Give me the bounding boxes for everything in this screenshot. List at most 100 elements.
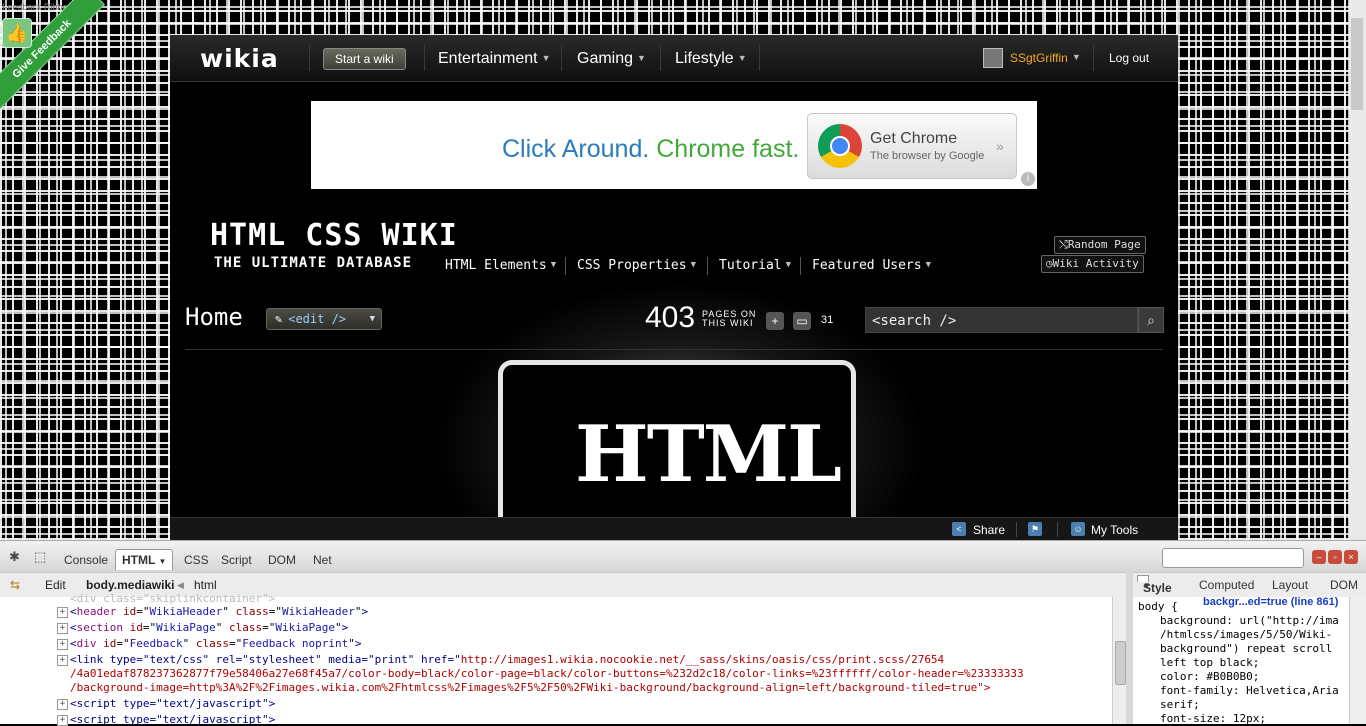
expand-node-icon[interactable]: + — [57, 715, 68, 726]
attr-value: Feedback noprint — [242, 637, 349, 650]
page-scrollbar[interactable] — [1349, 0, 1366, 540]
tab-layout[interactable]: Layout — [1272, 578, 1308, 592]
detach-icon[interactable]: ▫ — [1328, 550, 1342, 564]
scrollbar-thumb[interactable] — [1115, 641, 1126, 685]
attr-value: WikiaHeader — [281, 605, 355, 618]
logout-link[interactable]: Log out — [1109, 51, 1149, 65]
nav-tutorial[interactable]: Tutorial ▼ — [719, 258, 791, 273]
tree-line-section[interactable]: <section id="WikiaPage" class="WikiaPage… — [70, 621, 348, 634]
css-declaration-cont: background") repeat scroll — [1160, 642, 1333, 655]
my-tools-button[interactable]: My Tools — [1091, 523, 1138, 537]
css-declaration[interactable]: color: #B0B0B0; — [1160, 670, 1259, 683]
wiki-wordmark[interactable]: HTML CSS WIKI THE ULTIMATE DATABASE — [210, 218, 458, 271]
user-menu[interactable]: SSgtGriffin ▼ — [1010, 51, 1081, 65]
tree-line-feedback[interactable]: <div id="Feedback" class="Feedback nopri… — [70, 637, 361, 650]
tree-line-link[interactable]: <link type="text/css" rel="stylesheet" m… — [70, 653, 944, 666]
expand-node-icon[interactable]: + — [57, 639, 68, 650]
tab-computed[interactable]: Computed — [1199, 578, 1254, 592]
tab-css[interactable]: CSS — [184, 553, 209, 567]
tab-console[interactable]: Console — [64, 553, 108, 567]
chevron-down-icon: ▼ — [637, 53, 646, 63]
css-declaration-cont: /htmlcss/images/5/50/Wiki- — [1160, 628, 1333, 641]
share-button[interactable]: Share — [973, 523, 1005, 537]
tab-style[interactable]: Style ▼ — [1137, 575, 1172, 595]
comment-icon[interactable]: ▭ — [793, 312, 811, 330]
tab-dom[interactable]: DOM — [268, 553, 296, 567]
expand-icon[interactable]: ⇆ — [10, 578, 20, 592]
tree-line-header[interactable]: <header id="WikiaHeader" class="WikiaHea… — [70, 605, 368, 618]
nav-label: HTML Elements — [445, 258, 547, 273]
chrome-advertisement[interactable]: Click Around. Chrome fast. Get Chrome Th… — [311, 101, 1037, 189]
ad-info-icon[interactable]: i — [1021, 172, 1035, 186]
share-icon[interactable]: < — [952, 522, 966, 536]
side-panel-scrollbar[interactable] — [1349, 597, 1366, 724]
avatar[interactable] — [983, 48, 1003, 68]
header-divider — [185, 349, 1163, 350]
css-declaration[interactable]: font-size: 12px; — [1160, 712, 1266, 724]
firebug-icon[interactable]: ✱ — [9, 549, 25, 565]
firebug-tab-bar: ✱ ⬚ Console HTML ▼ CSS Script DOM Net – … — [0, 540, 1366, 573]
css-declaration-cont: serif; — [1160, 698, 1200, 711]
search-icon[interactable]: ⌕ — [1138, 307, 1164, 333]
attr-value: WikiaPage — [156, 621, 216, 634]
attr-name: class — [228, 621, 263, 634]
shuffle-icon: ⤭ — [1059, 238, 1068, 251]
nav-separator — [660, 45, 661, 71]
chevron-down-icon: ▼ — [1071, 52, 1081, 62]
nav-css-properties[interactable]: CSS Properties ▼ — [577, 258, 696, 273]
chevron-down-icon: ▼ — [158, 557, 167, 566]
css-declaration[interactable]: font-family: Helvetica,Aria — [1160, 684, 1339, 697]
add-page-icon[interactable]: + — [766, 312, 784, 330]
wiki-activity-button[interactable]: ◷Wiki Activity — [1041, 255, 1144, 273]
nav-html-elements[interactable]: HTML Elements ▼ — [445, 258, 556, 273]
flag-icon[interactable]: ⚑ — [1028, 522, 1042, 536]
hub-gaming[interactable]: Gaming ▼ — [577, 50, 646, 68]
chevron-down-icon: ▼ — [690, 260, 696, 270]
chevron-down-icon[interactable]: ▼ — [370, 309, 375, 329]
firebug-search-input[interactable] — [1162, 548, 1304, 568]
css-declaration[interactable]: background: url("http://ima — [1160, 614, 1339, 627]
expand-node-icon[interactable]: + — [57, 607, 68, 618]
tab-script[interactable]: Script — [221, 553, 252, 567]
wikia-logo[interactable]: wikia — [200, 44, 279, 73]
page-count: 403 — [645, 301, 696, 334]
expand-node-icon[interactable]: + — [57, 623, 68, 634]
user-tools-icon[interactable]: ☺ — [1071, 522, 1085, 536]
hub-lifestyle[interactable]: Lifestyle ▼ — [675, 50, 747, 68]
start-a-wiki-button[interactable]: Start a wiki — [323, 48, 406, 70]
attr-name: class — [195, 637, 229, 650]
wiki-title: HTML CSS WIKI — [210, 218, 458, 253]
tree-line-script[interactable]: <script type="text/javascript"> — [70, 713, 275, 726]
search-input[interactable]: <search /> — [865, 307, 1138, 333]
expand-node-icon[interactable]: + — [57, 655, 68, 666]
tab-html[interactable]: HTML ▼ — [115, 549, 174, 570]
css-source-link[interactable]: backgr...ed=true (line 861) — [1203, 597, 1338, 608]
html-tree-scrollbar[interactable] — [1112, 597, 1127, 724]
random-page-button[interactable]: ⤭Random Page — [1054, 236, 1146, 254]
tab-net[interactable]: Net — [313, 553, 332, 567]
chrome-icon — [818, 124, 862, 168]
breadcrumb-html[interactable]: html — [194, 578, 217, 592]
ad-headline-part2: Chrome fast. — [656, 135, 800, 163]
ad-headline-part1: Click Around. — [502, 135, 650, 163]
comment-count: 31 — [821, 314, 834, 326]
tree-line-script[interactable]: <script type="text/javascript"> — [70, 697, 275, 710]
thumbs-up-icon[interactable]: 👍 — [2, 18, 32, 48]
nav-separator — [1093, 45, 1094, 71]
wikia-page: wikia Start a wiki Entertainment ▼ Gaming… — [170, 35, 1178, 517]
close-icon[interactable]: × — [1344, 550, 1358, 564]
edit-button[interactable]: ✎ <edit /> ▼ — [266, 308, 382, 330]
hub-entertainment[interactable]: Entertainment ▼ — [438, 50, 551, 68]
nav-featured-users[interactable]: Featured Users ▼ — [812, 258, 931, 273]
expand-node-icon[interactable]: + — [57, 699, 68, 710]
edit-html-button[interactable]: Edit — [45, 578, 66, 592]
get-chrome-button[interactable]: Get Chrome The browser by Google » — [807, 113, 1017, 179]
page-scrollbar-thumb[interactable] — [1351, 18, 1363, 110]
tab-dom-side[interactable]: DOM — [1330, 578, 1358, 592]
tab-html-label: HTML — [122, 553, 156, 567]
inspect-icon[interactable]: ⬚ — [34, 549, 50, 565]
panel-splitter[interactable] — [1126, 572, 1133, 724]
minimize-icon[interactable]: – — [1312, 550, 1326, 564]
html-logo-image: HTML — [498, 360, 856, 517]
breadcrumb-body[interactable]: body.mediawiki — [86, 578, 174, 592]
